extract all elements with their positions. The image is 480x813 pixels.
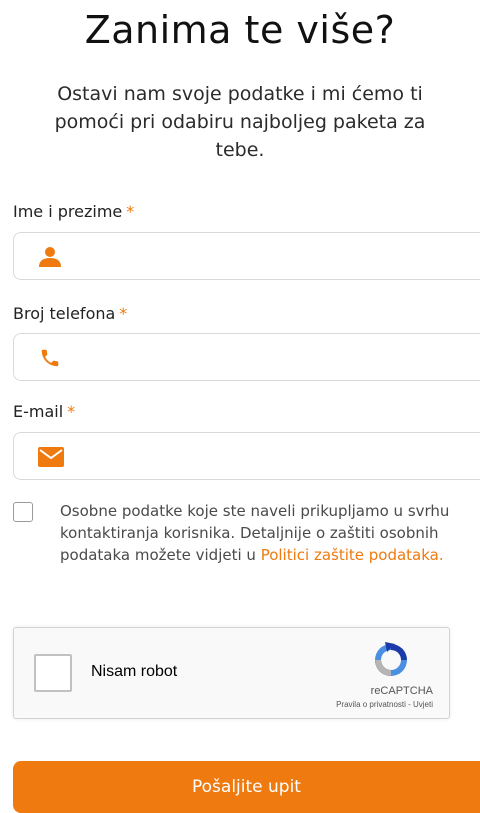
privacy-policy-link[interactable]: Politici zaštite podataka.: [261, 546, 444, 564]
name-label-text: Ime i prezime: [13, 202, 123, 221]
email-label: E-mail *: [13, 402, 75, 421]
name-label: Ime i prezime *: [13, 202, 134, 221]
phone-field[interactable]: [13, 333, 480, 381]
phone-input[interactable]: [78, 342, 472, 374]
recaptcha-checkbox[interactable]: [34, 654, 72, 692]
email-field[interactable]: [13, 432, 480, 480]
recaptcha-brand: reCAPTCHA: [370, 685, 433, 697]
consent-checkbox[interactable]: [13, 502, 33, 522]
required-marker: *: [67, 402, 76, 421]
recaptcha-label: Nisam robot: [91, 663, 178, 680]
recaptcha-widget: Nisam robot reCAPTCHA Pravila o privatno…: [13, 627, 450, 719]
page-subtitle: Ostavi nam svoje podatke i mi ćemo ti po…: [54, 83, 426, 161]
email-label-text: E-mail: [13, 402, 64, 421]
recaptcha-logo-icon: [375, 642, 407, 676]
name-input[interactable]: [78, 241, 472, 273]
required-marker: *: [119, 304, 128, 323]
email-input[interactable]: [78, 441, 472, 473]
phone-icon: [41, 349, 59, 367]
envelope-icon: [38, 447, 64, 467]
recaptcha-terms-link[interactable]: Pravila o privatnosti - Uvjeti: [336, 700, 433, 709]
page-title: Zanima te više?: [84, 8, 396, 52]
name-field[interactable]: [13, 232, 480, 280]
phone-label-text: Broj telefona: [13, 304, 116, 323]
required-marker: *: [126, 202, 135, 221]
person-icon: [39, 247, 61, 267]
consent-text: Osobne podatke koje ste naveli prikuplja…: [60, 500, 470, 566]
submit-button[interactable]: Pošaljite upit: [13, 761, 480, 813]
phone-label: Broj telefona *: [13, 304, 127, 323]
